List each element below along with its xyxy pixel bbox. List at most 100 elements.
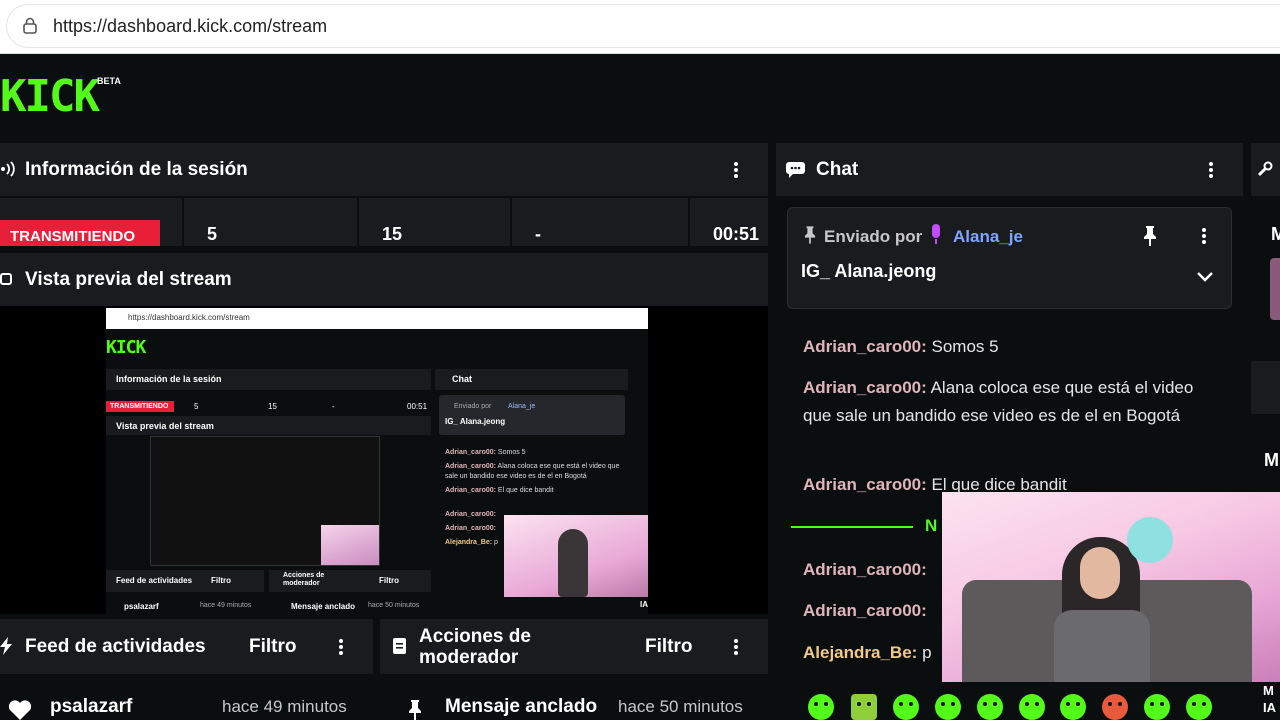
chat-username[interactable]: Adrian_caro00: <box>803 378 927 397</box>
session-info-panel: Información de la sesión <box>0 143 768 196</box>
preview-chat-line: Adrian_caro00: El que dice bandit <box>445 486 625 496</box>
stat-uptime: 00:51 <box>690 198 768 246</box>
activity-feed-panel: Feed de actividades Filtro <box>0 619 373 674</box>
chat-username[interactable]: Adrian_caro00: <box>803 560 927 579</box>
chat-username[interactable]: Adrian_caro00: <box>803 337 927 356</box>
right-edge-thumbnail <box>1270 258 1280 320</box>
webcam-overlay <box>942 492 1280 682</box>
preview-pinned-label: Enviado por <box>454 403 492 410</box>
webcam-shirt <box>1054 610 1150 682</box>
preview-feed-filter: Filtro <box>211 576 231 585</box>
microphone-icon <box>932 224 940 244</box>
preview-chat-line: Adrian_caro00: Alana coloca ese que está… <box>445 462 625 482</box>
preview-chat-user: Adrian_caro00: <box>445 511 496 518</box>
preview-mod-bar: Acciones de moderador Filtro <box>269 570 431 592</box>
stat-value: 15 <box>382 224 403 244</box>
chat-bubble-icon <box>786 162 805 178</box>
preview-stat: 15 <box>268 402 277 411</box>
new-messages-divider <box>791 526 913 528</box>
stat-value: - <box>535 224 541 244</box>
preview-mod-filter: Filtro <box>379 576 399 585</box>
moderator-item-time: hace 50 minutos <box>618 697 743 716</box>
preview-chat-user: Adrian_caro00: <box>445 463 496 470</box>
pin-icon <box>409 700 421 720</box>
kick-logo[interactable]: KICK <box>0 75 100 119</box>
preview-nested-cam <box>321 525 379 565</box>
preview-pinned-user: Alana_je <box>508 403 536 410</box>
preview-feed-user: psalazarf <box>124 602 159 611</box>
emote-icon[interactable] <box>1060 694 1086 720</box>
moderator-filter-button[interactable]: Filtro <box>645 636 693 658</box>
preview-chat-title: Chat <box>452 374 472 384</box>
chat-username[interactable]: Alejandra_Be: <box>803 643 917 662</box>
site-info-icon[interactable] <box>21 17 39 35</box>
emote-icon[interactable] <box>808 694 834 720</box>
unpin-icon[interactable] <box>1143 226 1157 246</box>
emote-icon[interactable] <box>977 694 1003 720</box>
emote-icon[interactable] <box>1102 694 1128 720</box>
right-edge-panel-2 <box>1251 361 1280 414</box>
preview-video: https://dashboard.kick.com/stream KICK I… <box>106 308 648 614</box>
chat-panel-header: Chat <box>776 143 1243 196</box>
activity-feed-filter-button[interactable]: Filtro <box>249 636 297 658</box>
pinned-menu-icon[interactable] <box>1201 226 1207 246</box>
preview-pinned: Enviado por Alana_je IG_ Alana.jeong <box>439 395 625 435</box>
preview-stat: 00:51 <box>407 402 428 411</box>
preview-feed-time: hace 49 minutos <box>200 602 252 609</box>
activity-feed-title: Feed de actividades <box>25 636 206 657</box>
chat-title: Chat <box>816 159 859 180</box>
pinned-message: Enviado por Alana_je IG_ Alana.jeong <box>787 207 1232 309</box>
stream-preview-panel: Vista previa del stream <box>0 253 768 306</box>
preview-chat-text: El que dice bandit <box>497 487 554 494</box>
preview-url: https://dashboard.kick.com/stream <box>128 313 250 322</box>
moderator-title-line: moderador <box>419 647 519 668</box>
preview-chat-bar: Chat <box>435 369 628 390</box>
emote-icon[interactable] <box>1186 694 1212 720</box>
emote-icon[interactable] <box>935 694 961 720</box>
app-header: KICK BETA <box>0 55 1280 137</box>
emote-icon[interactable] <box>1019 694 1045 720</box>
chevron-down-icon[interactable] <box>1197 272 1213 282</box>
preview-cam-person <box>558 529 588 597</box>
preview-chat-user: Alejandra_Be: <box>445 539 493 546</box>
preview-urlbar: https://dashboard.kick.com/stream <box>106 308 648 329</box>
right-edge-column: M M <box>1251 196 1280 492</box>
right-edge-label: M <box>1263 683 1274 698</box>
emote-icon[interactable] <box>851 694 877 720</box>
preview-stat: - <box>332 402 335 411</box>
emote-icon[interactable] <box>1144 694 1170 720</box>
preview-session-bar: Información de la sesión <box>106 369 431 390</box>
beta-badge: BETA <box>97 76 121 86</box>
chat-username[interactable]: Adrian_caro00: <box>803 475 927 494</box>
moderator-actions-title: Acciones de moderador <box>419 626 531 668</box>
new-messages-label: N <box>925 516 938 535</box>
moderator-actions-list: Mensaje anclado hace 50 minutos <box>380 676 768 720</box>
preview-chat-line: Adrian_caro00: Somos 5 <box>445 448 625 458</box>
right-edge-label: IA <box>1263 700 1276 715</box>
url-text: https://dashboard.kick.com/stream <box>53 16 328 36</box>
chat-text: Somos 5 <box>931 337 999 356</box>
preview-preview-bar: Vista previa del stream <box>106 416 431 435</box>
activity-feed-menu-icon[interactable] <box>338 637 344 657</box>
webcam-face <box>1080 547 1120 599</box>
moderator-menu-icon[interactable] <box>733 637 739 657</box>
preview-mod-item: Mensaje anclado <box>291 602 356 611</box>
preview-logo: KICK <box>106 337 146 358</box>
document-icon <box>393 638 406 654</box>
emote-icon[interactable] <box>893 694 919 720</box>
chat-menu-icon[interactable] <box>1208 160 1214 180</box>
pinned-username[interactable]: Alana_je <box>953 227 1023 247</box>
activity-feed-list: psalazarf hace 49 minutos <box>0 676 373 720</box>
session-menu-icon[interactable] <box>733 160 739 180</box>
preview-pinned-text: IG_ Alana.jeong <box>445 417 506 426</box>
stream-preview-title: Vista previa del stream <box>25 269 232 290</box>
stat-value: 5 <box>207 224 218 244</box>
preview-chat-text: Somos 5 <box>497 449 526 456</box>
moderator-title-line: Acciones de <box>419 626 531 647</box>
url-field[interactable]: https://dashboard.kick.com/stream <box>6 4 1280 48</box>
preview-chat-user: Adrian_caro00: <box>445 487 496 494</box>
chat-username[interactable]: Adrian_caro00: <box>803 601 927 620</box>
moderator-item-label: Mensaje anclado <box>445 696 598 717</box>
heart-icon <box>8 700 32 720</box>
preview-feed-bar: Feed de actividades Filtro <box>106 570 264 592</box>
